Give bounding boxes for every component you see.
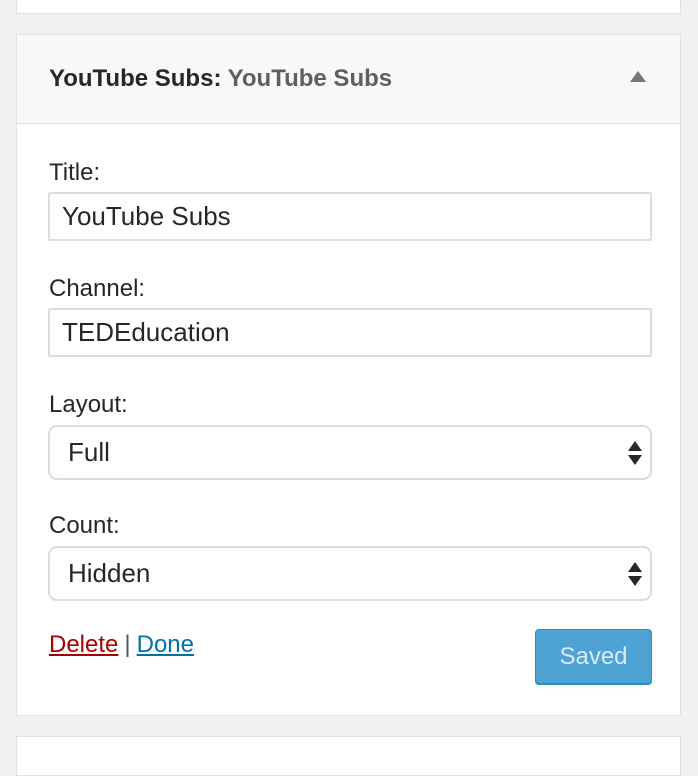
count-selected-value: Hidden: [68, 558, 151, 588]
action-separator: |: [124, 631, 131, 658]
title-input[interactable]: YouTube Subs: [48, 192, 652, 241]
widget-instance-title: YouTube Subs: [227, 65, 393, 92]
channel-label: Channel:: [49, 275, 146, 302]
layout-select[interactable]: Full: [48, 425, 652, 480]
previous-widget-panel: [16, 0, 681, 14]
next-widget-panel: [16, 736, 681, 776]
count-label: Count:: [49, 512, 120, 539]
widget-header[interactable]: YouTube Subs: YouTube Subs: [17, 35, 680, 124]
done-link[interactable]: Done: [137, 631, 194, 658]
widget-title-separator: :: [213, 65, 222, 92]
youtube-subs-widget: YouTube Subs: YouTube Subs Title: YouTub…: [16, 34, 681, 716]
select-arrows-icon: [628, 439, 642, 467]
widget-name: YouTube Subs: [49, 65, 214, 92]
save-button[interactable]: Saved: [535, 629, 652, 684]
count-select[interactable]: Hidden: [48, 546, 652, 601]
collapse-arrow-icon[interactable]: [630, 71, 646, 82]
widget-title: YouTube Subs: YouTube Subs: [49, 65, 392, 93]
delete-link[interactable]: Delete: [49, 631, 118, 658]
layout-label: Layout:: [49, 391, 128, 418]
title-label: Title:: [49, 159, 101, 186]
select-arrows-icon: [628, 560, 642, 588]
widget-actions: Delete | Done: [49, 631, 194, 659]
layout-selected-value: Full: [68, 437, 110, 467]
channel-input[interactable]: TEDEducation: [48, 308, 652, 357]
